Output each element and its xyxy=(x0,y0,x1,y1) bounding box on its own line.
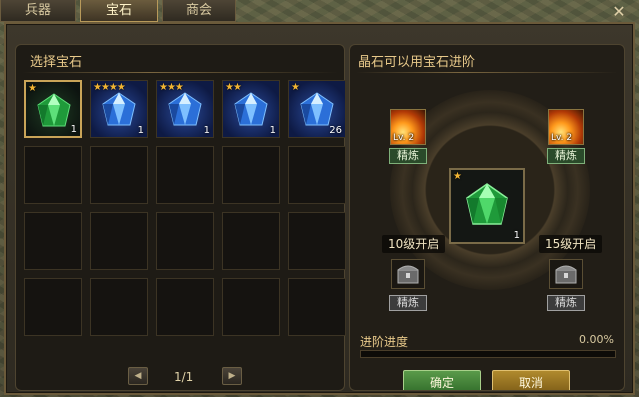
gem-slot[interactable] xyxy=(90,146,148,204)
blue-gem-icon xyxy=(102,92,136,126)
star-rating: ★★★★ xyxy=(93,82,126,93)
blue-gem-icon xyxy=(168,92,202,126)
tab-merchant-guild[interactable]: 商会 xyxy=(162,0,236,22)
gem-count: 1 xyxy=(513,230,520,241)
title-divider xyxy=(356,72,618,73)
progress-label: 进阶进度 xyxy=(360,335,409,349)
star-rating: ★ xyxy=(453,171,462,182)
next-page-button[interactable]: ▶ xyxy=(222,367,242,385)
gem-slot[interactable] xyxy=(24,146,82,204)
confirm-button[interactable]: 确定 xyxy=(403,370,481,390)
panel-title: 选择宝石 xyxy=(30,55,83,70)
right-locked-slot[interactable] xyxy=(549,259,583,289)
left-locked-refine-button[interactable]: 精炼 xyxy=(389,295,427,311)
gem-count: 26 xyxy=(329,125,342,136)
gem-slot[interactable] xyxy=(288,212,346,270)
locked-chest-icon xyxy=(555,265,577,284)
gem-slot-blue-gem[interactable]: ★★ 1 xyxy=(222,80,280,138)
left-locked-slot[interactable] xyxy=(391,259,425,289)
gem-slot[interactable] xyxy=(24,278,82,336)
gem-count: 1 xyxy=(203,125,210,136)
gem-slot[interactable] xyxy=(90,278,148,336)
left-unlock-label: 10级开启 xyxy=(382,235,446,253)
gem-upgrade-panel: 晶石可以用宝石进阶 Lv. 2 精炼 Lv. 2 精炼 ★ 1 10级开启 15… xyxy=(349,44,625,391)
star-rating: ★ xyxy=(291,82,300,93)
gem-count: 1 xyxy=(137,125,144,136)
gem-slot[interactable] xyxy=(222,278,280,336)
gem-slot[interactable] xyxy=(288,278,346,336)
gem-slot[interactable] xyxy=(222,146,280,204)
gem-slot[interactable] xyxy=(222,212,280,270)
locked-chest-icon xyxy=(397,265,419,284)
right-unlock-label: 15级开启 xyxy=(539,235,603,253)
panel-title: 晶石可以用宝石进阶 xyxy=(358,55,476,70)
gem-slot-blue-gem[interactable]: ★★★★ 1 xyxy=(90,80,148,138)
next-arrow-icon: ▶ xyxy=(228,371,236,381)
prev-arrow-icon: ◀ xyxy=(134,371,142,381)
gem-slot[interactable] xyxy=(24,212,82,270)
page-indicator: 1/1 xyxy=(174,370,194,384)
left-refine-button[interactable]: 精炼 xyxy=(389,148,427,164)
star-rating: ★★ xyxy=(225,82,242,93)
close-button[interactable]: ✕ xyxy=(609,2,629,22)
gem-slot[interactable] xyxy=(288,146,346,204)
gem-slot-blue-gem[interactable]: ★★★ 1 xyxy=(156,80,214,138)
right-refine-button[interactable]: 精炼 xyxy=(547,148,585,164)
gem-slot[interactable] xyxy=(90,212,148,270)
gem-dialog: 选择宝石 ★ 1 ★★★★ 1 ★★★ 1 ★★ 1 ★ 26 ◀ 1/1 ▶ 晶石可以用宝石进阶… xyxy=(4,22,635,395)
progress-value: 0.00% xyxy=(579,333,614,346)
gem-slot-blue-gem[interactable]: ★ 26 xyxy=(288,80,346,138)
title-divider xyxy=(22,72,338,73)
blue-gem-icon xyxy=(234,92,268,126)
upgrade-target-slot[interactable]: ★ 1 xyxy=(449,168,525,244)
tab-weapons[interactable]: 兵器 xyxy=(0,0,76,22)
gem-select-panel: 选择宝石 ★ 1 ★★★★ 1 ★★★ 1 ★★ 1 ★ 26 ◀ 1/1 ▶ xyxy=(15,44,346,391)
gem-count: 1 xyxy=(70,124,77,135)
right-locked-refine-button[interactable]: 精炼 xyxy=(547,295,585,311)
left-skill-icon[interactable]: Lv. 2 xyxy=(390,109,426,145)
close-icon: ✕ xyxy=(612,2,626,21)
gem-slot[interactable] xyxy=(156,212,214,270)
right-skill-icon[interactable]: Lv. 2 xyxy=(548,109,584,145)
star-rating: ★ xyxy=(28,83,37,94)
cancel-button[interactable]: 取消 xyxy=(492,370,570,390)
skill-level: Lv. 2 xyxy=(551,133,573,143)
gem-slot[interactable] xyxy=(156,278,214,336)
gem-slot[interactable] xyxy=(156,146,214,204)
star-rating: ★★★ xyxy=(159,82,184,93)
tab-gems[interactable]: 宝石 xyxy=(80,0,158,22)
blue-gem-icon xyxy=(300,92,334,126)
green-gem-icon xyxy=(37,93,71,127)
prev-page-button[interactable]: ◀ xyxy=(128,367,148,385)
progress-bar xyxy=(360,350,616,358)
gem-slot-green-gem[interactable]: ★ 1 xyxy=(24,80,82,138)
green-gem-icon xyxy=(466,183,508,225)
gem-count: 1 xyxy=(269,125,276,136)
skill-level: Lv. 2 xyxy=(393,133,415,143)
